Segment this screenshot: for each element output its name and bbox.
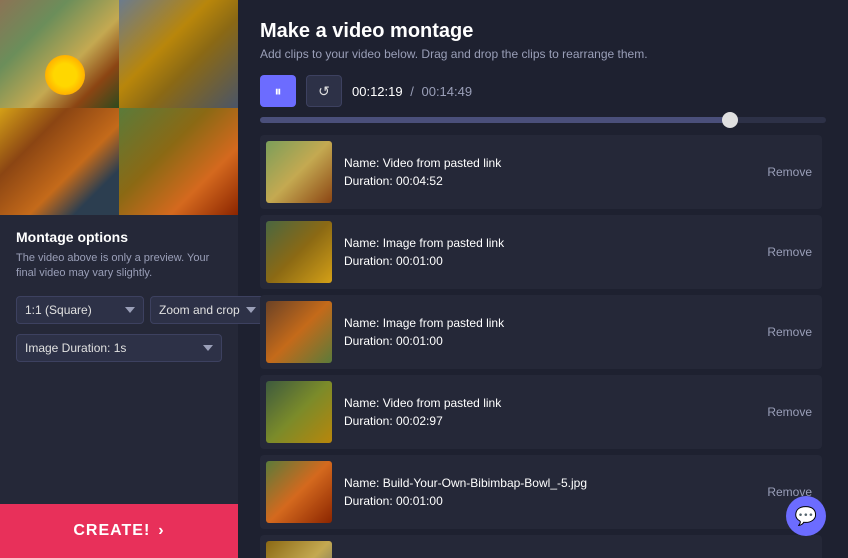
list-item: Name: Image from pasted link Duration: 0… <box>260 295 822 369</box>
clip-duration-label: Duration: <box>344 494 396 508</box>
total-time: 00:14:49 <box>421 84 472 99</box>
page-title: Make a video montage <box>260 20 826 43</box>
left-panel: Montage options The video above is only … <box>0 0 238 558</box>
food-cell-2 <box>119 0 238 108</box>
progress-bar-fill <box>260 117 730 123</box>
clips-list: Name: Video from pasted link Duration: 0… <box>260 135 826 558</box>
clip-name-label: Name: <box>344 156 383 170</box>
create-arrow-icon: › <box>158 522 164 540</box>
clip-name: Name: Image from pasted link <box>344 236 757 250</box>
image-duration-select[interactable]: Image Duration: 1s Image Duration: 2s Im… <box>16 334 222 362</box>
remove-clip-button[interactable]: Remove <box>767 245 812 259</box>
list-item: Name: Video from pasted link Duration: 0… <box>260 135 822 209</box>
pause-button[interactable]: ⏸ <box>260 75 296 107</box>
clip-duration-label: Duration: <box>344 174 396 188</box>
clip-duration-label: Duration: <box>344 414 396 428</box>
right-panel: Make a video montage Add clips to your v… <box>238 0 848 558</box>
clip-name-label: Name: <box>344 236 383 250</box>
clip-duration-value: 00:04:52 <box>396 174 443 188</box>
clip-name: Name: Image from pasted link <box>344 316 757 330</box>
clip-info: Name: Image from pasted link Duration: 0… <box>344 316 757 348</box>
clip-duration: Duration: 00:01:00 <box>344 494 757 508</box>
progress-handle[interactable] <box>722 112 738 128</box>
clip-name-value: Image from pasted link <box>383 316 504 330</box>
montage-options-title: Montage options <box>16 229 222 245</box>
clip-duration-value: 00:01:00 <box>396 334 443 348</box>
list-item: Name: Video from pasted link Duration: 0… <box>260 375 822 449</box>
clip-duration-label: Duration: <box>344 334 396 348</box>
montage-options-panel: Montage options The video above is only … <box>0 215 238 504</box>
remove-clip-button[interactable]: Remove <box>767 165 812 179</box>
clip-duration-label: Duration: <box>344 254 396 268</box>
clip-name-label: Name: <box>344 476 383 490</box>
clip-duration-value: 00:01:00 <box>396 494 443 508</box>
clip-name: Name: Video from pasted link <box>344 156 757 170</box>
time-display: 00:12:19 / 00:14:49 <box>352 84 472 99</box>
clip-duration: Duration: 00:01:00 <box>344 334 757 348</box>
remove-clip-button[interactable]: Remove <box>767 325 812 339</box>
list-item: Name: Image from pasted link Duration: 0… <box>260 215 822 289</box>
clip-duration: Duration: 00:02:97 <box>344 414 757 428</box>
clip-duration: Duration: 00:04:52 <box>344 174 757 188</box>
clip-name-label: Name: <box>344 316 383 330</box>
aspect-ratio-select[interactable]: 1:1 (Square) 16:9 (Landscape) 9:16 (Port… <box>16 296 144 324</box>
list-item: Name: 138378735334.jpeg Duration: 00:01:… <box>260 535 822 558</box>
page-subtitle: Add clips to your video below. Drag and … <box>260 47 826 61</box>
clip-name-value: Video from pasted link <box>383 156 502 170</box>
clip-thumbnail <box>266 541 332 558</box>
clip-info: Name: Image from pasted link Duration: 0… <box>344 236 757 268</box>
select-row-aspect-zoom: 1:1 (Square) 16:9 (Landscape) 9:16 (Port… <box>16 296 222 324</box>
pause-icon: ⏸ <box>275 83 282 100</box>
clip-name-value: Video from pasted link <box>383 396 502 410</box>
playback-controls: ⏸ ↺ 00:12:19 / 00:14:49 <box>260 75 826 107</box>
list-item: Name: Build-Your-Own-Bibimbap-Bowl_-5.jp… <box>260 455 822 529</box>
reset-icon: ↺ <box>318 83 330 100</box>
current-time: 00:12:19 <box>352 84 403 99</box>
clip-thumbnail <box>266 141 332 203</box>
create-label: CREATE! <box>73 522 150 540</box>
clip-name-label: Name: <box>344 396 383 410</box>
time-separator: / <box>410 84 414 99</box>
clip-duration-value: 00:02:97 <box>396 414 443 428</box>
clip-info: Name: Build-Your-Own-Bibimbap-Bowl_-5.jp… <box>344 476 757 508</box>
clip-thumbnail <box>266 221 332 283</box>
remove-clip-button[interactable]: Remove <box>767 405 812 419</box>
clip-thumbnail <box>266 461 332 523</box>
clip-name: Name: Video from pasted link <box>344 396 757 410</box>
food-cell-3 <box>0 108 119 216</box>
clip-duration-value: 00:01:00 <box>396 254 443 268</box>
clip-thumbnail <box>266 301 332 363</box>
montage-options-desc: The video above is only a preview. Your … <box>16 251 222 282</box>
chat-icon: 💬 <box>795 506 817 527</box>
clip-name: Name: Build-Your-Own-Bibimbap-Bowl_-5.jp… <box>344 476 757 490</box>
food-cell-4 <box>119 108 238 216</box>
clip-duration: Duration: 00:01:00 <box>344 254 757 268</box>
clip-name-value: Build-Your-Own-Bibimbap-Bowl_-5.jpg <box>383 476 587 490</box>
reset-button[interactable]: ↺ <box>306 75 342 107</box>
clip-thumbnail <box>266 381 332 443</box>
preview-image <box>0 0 238 215</box>
progress-bar-container[interactable] <box>260 117 826 123</box>
create-button[interactable]: CREATE! › <box>0 504 238 558</box>
clip-name-value: Image from pasted link <box>383 236 504 250</box>
food-cell-1 <box>0 0 119 108</box>
clip-info: Name: Video from pasted link Duration: 0… <box>344 156 757 188</box>
clip-info: Name: Video from pasted link Duration: 0… <box>344 396 757 428</box>
chat-bubble-button[interactable]: 💬 <box>786 496 826 536</box>
food-mosaic <box>0 0 238 215</box>
